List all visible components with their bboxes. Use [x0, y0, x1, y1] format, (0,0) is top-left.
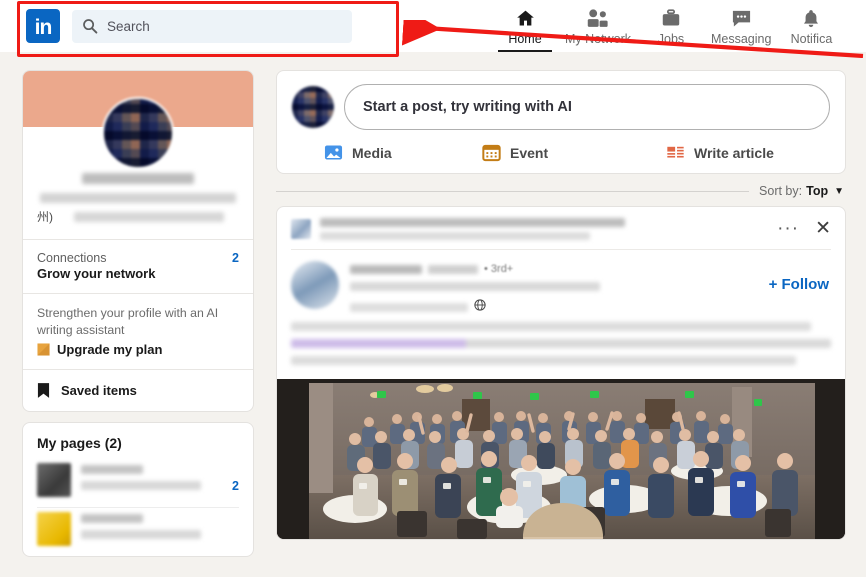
divider: [276, 190, 750, 192]
globe-icon: [474, 298, 486, 311]
nav-item-messaging-label: Messaging: [710, 31, 772, 46]
left-sidebar: 州) Connections 2 Grow your network Stren…: [22, 70, 254, 558]
nav-item-jobs[interactable]: Jobs: [640, 0, 702, 52]
linkedin-feed-page: in Search Home My Network Jobs Messaging…: [0, 0, 866, 577]
my-pages-title: My pages (2): [37, 435, 122, 452]
more-options-icon[interactable]: ···: [777, 219, 799, 238]
profile-name-redacted: [82, 173, 194, 184]
image-icon: [324, 145, 343, 160]
page-name-redacted: [81, 512, 239, 540]
post-header-controls: ··· ✕: [777, 219, 831, 238]
chevron-down-icon[interactable]: ▼: [834, 186, 844, 197]
write-article-label: Write article: [694, 144, 774, 161]
author-name-row: • 3rd+: [350, 263, 831, 275]
nav-item-jobs-label: Jobs: [657, 31, 685, 46]
search-box[interactable]: Search: [72, 9, 352, 43]
connections-label: Connections: [37, 251, 107, 265]
nav-item-messaging[interactable]: Messaging: [702, 0, 780, 52]
profile-card[interactable]: 州) Connections 2 Grow your network Stren…: [22, 70, 254, 413]
author-avatar[interactable]: [291, 261, 339, 309]
author-details: • 3rd+: [350, 261, 831, 312]
page-content: 州) Connections 2 Grow your network Stren…: [0, 52, 866, 577]
top-navigation-bar: in Search Home My Network Jobs Messaging…: [0, 0, 866, 52]
profile-location-row: 州): [37, 208, 239, 225]
nav-item-home[interactable]: Home: [494, 0, 556, 52]
message-bubble-icon: [730, 7, 753, 29]
post-image[interactable]: [277, 379, 845, 539]
author-name-redacted-2: [428, 264, 478, 274]
my-pages-card: My pages (2) 2: [22, 422, 254, 558]
add-event-button[interactable]: Event: [466, 143, 656, 162]
calendar-icon: [482, 144, 501, 162]
nav-item-notifications-label: Notifica: [790, 31, 833, 46]
composer-actions: Media Event Write article: [292, 143, 830, 162]
profile-avatar[interactable]: [102, 97, 174, 169]
sort-by-label: Sort by:: [759, 184, 803, 198]
list-item[interactable]: 2: [23, 459, 253, 507]
linkedin-logo-text: in: [34, 15, 53, 39]
close-icon[interactable]: ✕: [815, 219, 831, 238]
upgrade-plan-label: Upgrade my plan: [57, 342, 163, 358]
add-media-button[interactable]: Media: [296, 143, 466, 162]
nav-items: Home My Network Jobs Messaging Notifica: [494, 0, 842, 52]
nav-item-my-network[interactable]: My Network: [556, 0, 640, 52]
nav-item-home-label: Home: [508, 31, 542, 46]
upgrade-plan-row[interactable]: Upgrade my plan: [37, 342, 239, 357]
page-notification-count: 2: [232, 479, 239, 494]
page-name-redacted: [81, 463, 239, 491]
start-post-input[interactable]: Start a post, try writing with AI: [344, 84, 830, 130]
sort-by-value[interactable]: Top: [806, 184, 828, 198]
connection-degree: • 3rd+: [484, 263, 514, 275]
feed-post: ··· ✕ • 3rd+ + Follow: [276, 206, 846, 540]
saved-items-row[interactable]: Saved items: [23, 370, 253, 411]
add-event-label: Event: [510, 144, 549, 161]
author-name-redacted: [350, 264, 422, 274]
post-body-redacted: [277, 318, 845, 379]
write-article-button[interactable]: Write article: [656, 143, 774, 162]
profile-headline-redacted: [40, 193, 236, 203]
conference-crowd-photo: [277, 379, 845, 539]
connections-section[interactable]: Connections 2 Grow your network: [23, 240, 253, 293]
list-item[interactable]: [23, 508, 253, 556]
premium-promo-section[interactable]: Strengthen your profile with an AI writi…: [23, 294, 253, 369]
post-composer-card: Start a post, try writing with AI Media: [276, 70, 846, 174]
post-author-row: • 3rd+ + Follow: [277, 250, 845, 318]
author-headline-redacted: [350, 282, 600, 291]
follow-button[interactable]: + Follow: [769, 276, 829, 293]
add-media-label: Media: [352, 144, 392, 161]
post-promoted-header: ··· ✕: [277, 207, 845, 249]
search-placeholder: Search: [107, 18, 150, 34]
page-thumbnail: [37, 463, 71, 498]
people-icon: [585, 7, 610, 29]
composer-avatar[interactable]: [292, 86, 334, 128]
article-icon: [667, 146, 684, 158]
bookmark-icon: [37, 383, 50, 399]
home-icon: [514, 7, 537, 29]
grow-network-link[interactable]: Grow your network: [37, 266, 239, 281]
premium-promo-text: Strengthen your profile with an AI writi…: [37, 306, 219, 337]
main-feed: Start a post, try writing with AI Media: [276, 70, 846, 540]
post-meta-row: [350, 297, 831, 312]
connections-count: 2: [232, 251, 239, 265]
promoted-text-redacted: [320, 218, 768, 240]
profile-location-redacted: [73, 211, 224, 222]
composer-top-row: Start a post, try writing with AI: [292, 84, 830, 130]
search-icon: [83, 19, 98, 34]
profile-location-text: 州): [37, 210, 53, 224]
bell-icon: [800, 7, 822, 29]
nav-item-notifications[interactable]: Notifica: [780, 0, 842, 52]
saved-items-label: Saved items: [61, 383, 137, 399]
post-timestamp-redacted: [350, 303, 468, 312]
briefcase-icon: [660, 7, 682, 29]
premium-badge-icon: [37, 343, 50, 356]
sort-bar: Sort by: Top ▼: [276, 184, 846, 198]
nav-item-my-network-label: My Network: [565, 31, 631, 46]
promoter-avatar[interactable]: [291, 219, 311, 239]
linkedin-logo[interactable]: in: [26, 9, 60, 43]
page-thumbnail: [37, 512, 71, 547]
